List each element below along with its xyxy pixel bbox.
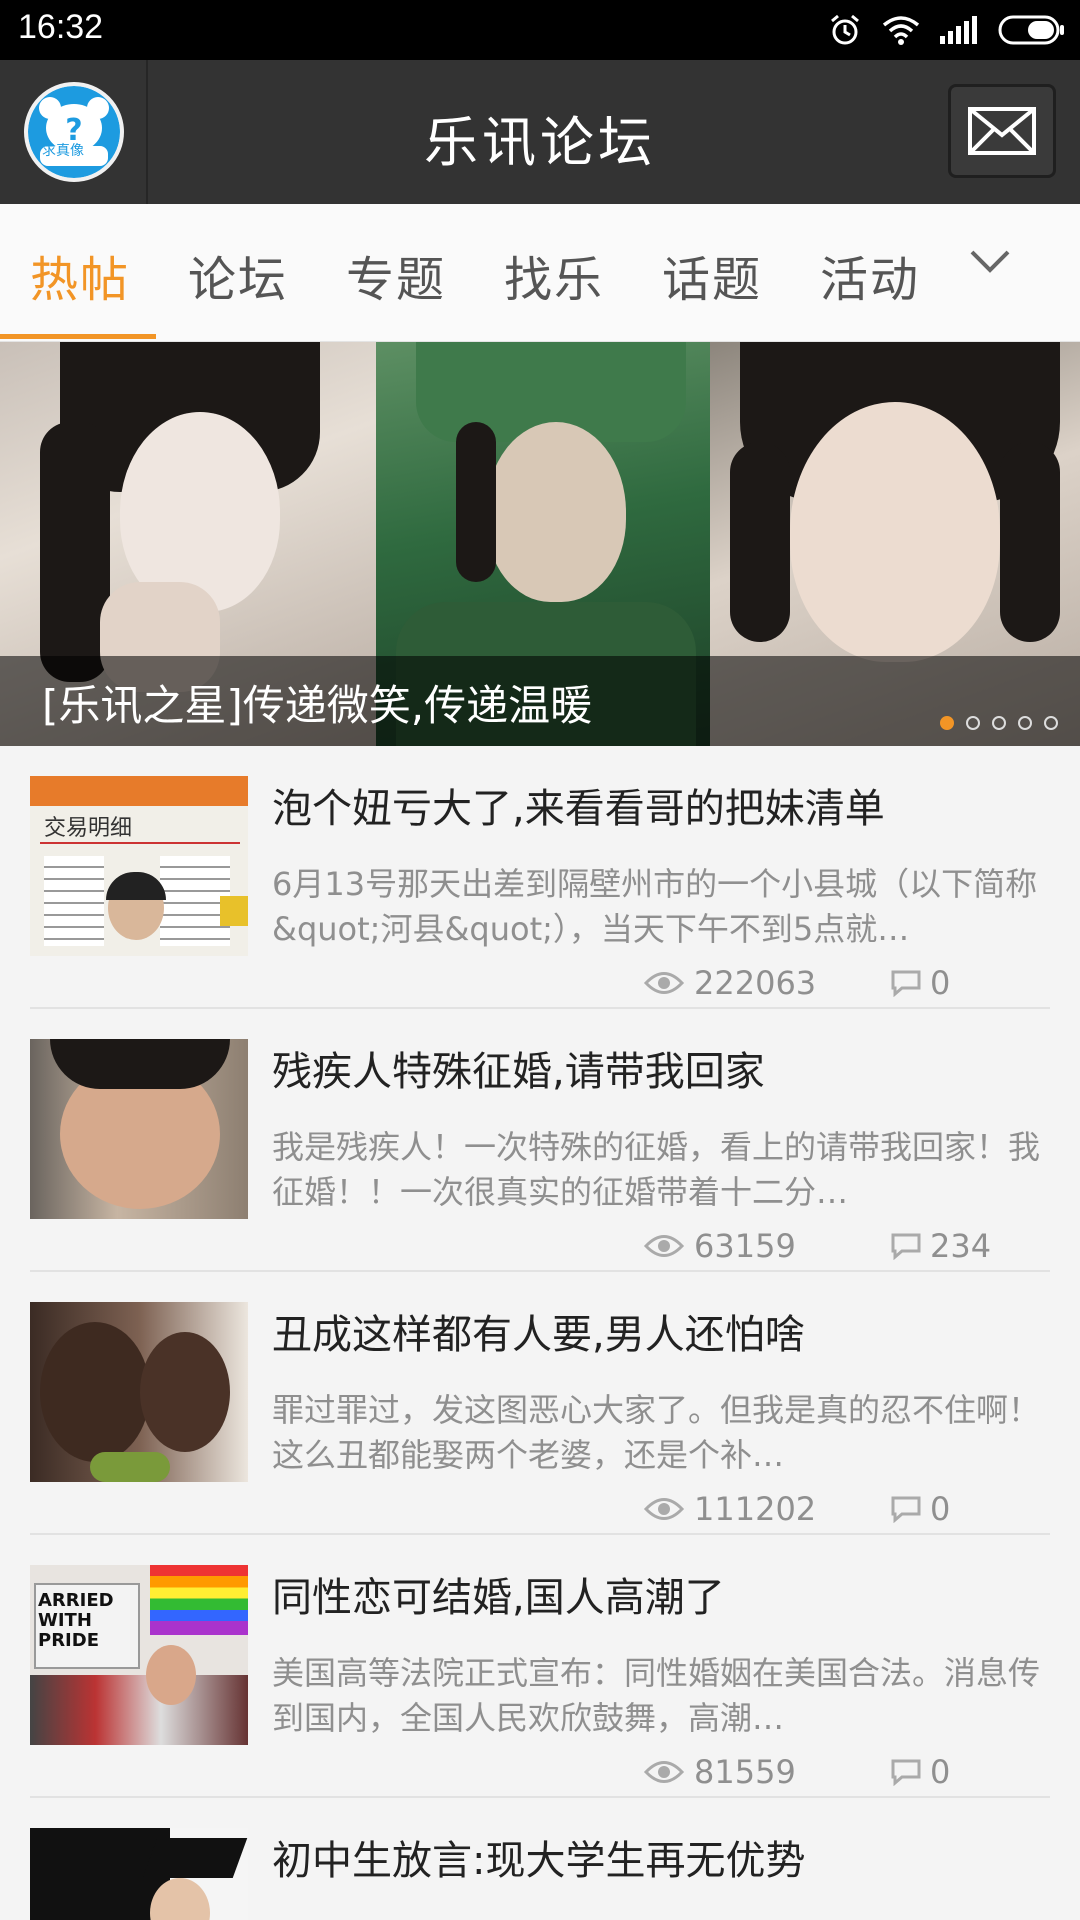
comment-count-value: 0 [930, 964, 951, 1002]
list-item[interactable]: 丑成这样都有人要,男人还怕啥 罪过罪过，发这图恶心大家了。但我是真的忍不住啊！这… [0, 1272, 1080, 1535]
view-count: 111202 [644, 1490, 816, 1528]
list-item[interactable]: 交易明细 泡个妞亏大了,来看看哥的把妹清单 6月13号那天出差到隔壁州市的一个小… [0, 746, 1080, 1009]
tab-active-indicator [0, 334, 156, 339]
wifi-icon [882, 16, 920, 45]
post-description: 我是残疾人！一次特殊的征婚，看上的请带我回家！我征婚！！一次很真实的征婚带着十二… [272, 1128, 1041, 1211]
tab-fun[interactable]: 找乐 [504, 240, 604, 310]
view-count-value: 63159 [694, 1227, 796, 1265]
comment-count-value: 0 [930, 1753, 951, 1791]
post-title: 初中生放言:现大学生再无优势 [272, 1838, 806, 1884]
post-thumbnail [30, 1039, 248, 1219]
comment-count: 234 [890, 1227, 991, 1265]
post-description: 美国高等法院正式宣布：同性婚姻在美国合法。消息传到国内，全国人民欢欣鼓舞，高潮… [272, 1654, 1041, 1737]
eye-icon [644, 1761, 684, 1783]
eye-icon [644, 1498, 684, 1520]
tab-subjects[interactable]: 话题 [662, 240, 762, 310]
status-time: 16:32 [18, 8, 104, 46]
view-count-value: 222063 [694, 964, 817, 1002]
post-description: 罪过罪过，发这图恶心大家了。但我是真的忍不住啊！这么丑都能娶两个老婆，还是个补… [272, 1391, 1041, 1474]
status-icons [828, 12, 1066, 48]
list-item[interactable]: 初中生放言:现大学生再无优势 [0, 1798, 1080, 1920]
post-title: 同性恋可结婚,国人高潮了 [272, 1575, 725, 1621]
eye-icon [644, 1235, 684, 1257]
post-description: 6月13号那天出差到隔壁州市的一个小县城（以下简称&quot;河县&quot;）… [272, 865, 1038, 948]
carousel-dot[interactable] [1044, 716, 1058, 730]
post-title: 丑成这样都有人要,男人还怕啥 [272, 1312, 805, 1358]
comment-icon [891, 1759, 921, 1786]
post-title: 残疾人特殊征婚,请带我回家 [272, 1049, 765, 1095]
tab-forum[interactable]: 论坛 [188, 240, 288, 310]
comment-count-value: 234 [930, 1227, 992, 1265]
post-thumbnail [30, 1302, 248, 1482]
view-count: 81559 [644, 1753, 796, 1791]
eye-icon [644, 972, 684, 994]
post-thumbnail [30, 1828, 248, 1920]
status-bar: 16:32 [0, 0, 1080, 60]
tab-topics[interactable]: 专题 [346, 240, 446, 310]
page-title: 乐讯论坛 [424, 111, 656, 174]
comment-count: 0 [890, 1753, 950, 1791]
banner-caption: [乐讯之星]传递微笑,传递温暖 [0, 656, 1080, 746]
app-header: ? 求真像 乐讯论坛 [0, 60, 1080, 204]
tab-hot[interactable]: 热帖 [30, 240, 130, 310]
comment-count: 0 [890, 964, 950, 1002]
comment-icon [891, 970, 921, 997]
tab-events[interactable]: 活动 [820, 240, 920, 310]
mail-icon [968, 107, 1036, 155]
view-count-value: 81559 [694, 1753, 796, 1791]
carousel-dot[interactable] [992, 716, 1006, 730]
thumbnail-text: 交易明细 [44, 816, 133, 841]
chevron-down-icon[interactable] [968, 248, 1012, 276]
comment-icon [891, 1496, 921, 1523]
battery-icon [998, 15, 1064, 45]
view-count: 222063 [644, 964, 816, 1002]
post-thumbnail: ARRIED WITH PRIDE [30, 1565, 248, 1745]
list-item[interactable]: ARRIED WITH PRIDE 同性恋可结婚,国人高潮了 美国高等法院正式宣… [0, 1535, 1080, 1798]
alarm-icon [831, 14, 859, 45]
view-count: 63159 [644, 1227, 796, 1265]
view-count-value: 111202 [694, 1490, 817, 1528]
post-title: 泡个妞亏大了,来看看哥的把妹清单 [272, 786, 885, 832]
tab-bar: 热帖 论坛 专题 找乐 话题 活动 [0, 204, 1080, 342]
comment-count: 0 [890, 1490, 950, 1528]
signal-icon [940, 16, 977, 44]
mail-button[interactable] [948, 84, 1056, 178]
banner-carousel[interactable]: [乐讯之星]传递微笑,传递温暖 [0, 342, 1080, 746]
carousel-dots [940, 716, 1058, 730]
list-item[interactable]: 残疾人特殊征婚,请带我回家 我是残疾人！一次特殊的征婚，看上的请带我回家！我征婚… [0, 1009, 1080, 1272]
post-thumbnail: 交易明细 [30, 776, 248, 956]
carousel-dot[interactable] [966, 716, 980, 730]
carousel-dot[interactable] [940, 716, 954, 730]
comment-count-value: 0 [930, 1490, 951, 1528]
carousel-dot[interactable] [1018, 716, 1032, 730]
thumbnail-text: ARRIED WITH PRIDE [38, 1590, 114, 1651]
banner-caption-text: [乐讯之星]传递微笑,传递温暖 [42, 681, 593, 730]
comment-icon [891, 1233, 921, 1260]
